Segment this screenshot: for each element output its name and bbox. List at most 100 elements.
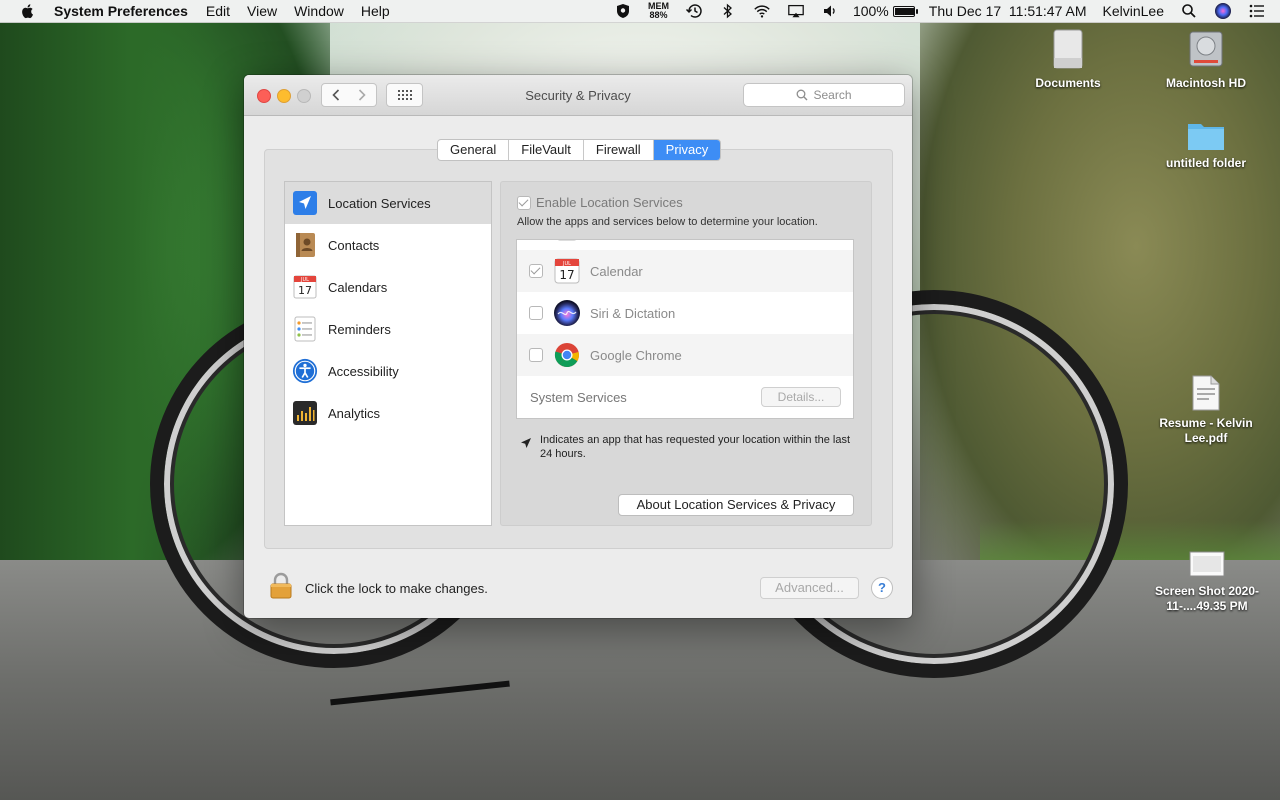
siri-orb-icon	[553, 299, 581, 327]
list-item-partial	[517, 240, 853, 250]
location-arrow-icon	[292, 190, 318, 216]
tab-filevault[interactable]: FileVault	[509, 140, 584, 160]
list-item-calendar[interactable]: JUL 17 Calendar	[517, 250, 853, 292]
battery-icon	[892, 5, 918, 17]
help-button[interactable]: ?	[871, 577, 893, 599]
time-machine-icon[interactable]	[685, 3, 703, 19]
search-icon	[797, 89, 808, 101]
sidebar-item-label: Contacts	[328, 237, 380, 253]
tab-privacy[interactable]: Privacy	[653, 140, 721, 160]
bluetooth-icon[interactable]	[719, 3, 737, 19]
calendar-icon: JUL 17	[553, 257, 581, 285]
menu-app-name[interactable]: System Preferences	[54, 3, 188, 19]
menu-help[interactable]: Help	[361, 3, 390, 19]
contacts-book-icon	[292, 232, 318, 258]
desktop-icon-label: Resume - Kelvin Lee.pdf	[1159, 416, 1253, 445]
desktop-icon-untitled-folder[interactable]: untitled folder	[1146, 118, 1266, 171]
calendar-icon-month: JUL	[300, 277, 309, 283]
volume-icon[interactable]	[821, 3, 839, 19]
sidebar-item-label: Reminders	[328, 321, 391, 337]
chrome-logo-icon	[553, 341, 581, 369]
folder-icon	[1188, 124, 1224, 150]
desktop-icon-resume-pdf[interactable]: Resume - Kelvin Lee.pdf	[1146, 374, 1266, 446]
menu-bar: System Preferences Edit View Window Help…	[0, 0, 1280, 23]
enable-location-label: Enable Location Services	[536, 195, 683, 210]
calendar-icon-month: JUL	[562, 261, 571, 267]
lock-icon[interactable]	[268, 572, 294, 603]
details-button[interactable]: Details...	[761, 387, 841, 407]
menu-clock[interactable]: Thu Dec 17 11:51:47 AM	[929, 3, 1087, 19]
battery-status[interactable]: 100%	[852, 3, 918, 19]
wifi-icon[interactable]	[753, 3, 771, 19]
sidebar-item-calendars[interactable]: JUL 17 Calendars	[285, 266, 491, 308]
enable-location-services-checkbox[interactable]: Enable Location Services	[517, 195, 683, 210]
apple-logo-icon[interactable]	[20, 3, 36, 19]
privacy-category-list: Location Services Contacts JUL 17 Calend…	[284, 181, 492, 526]
location-arrow-small-icon	[521, 438, 531, 448]
sidebar-item-label: Analytics	[328, 405, 381, 421]
desktop-icon-screen-shot[interactable]: Screen Shot 2020-11-....49.35 PM	[1140, 550, 1274, 614]
desktop-icon-label: untitled folder	[1166, 156, 1246, 170]
app-label: Siri & Dictation	[590, 305, 676, 321]
sidebar-item-analytics[interactable]: Analytics	[285, 392, 491, 434]
tab-general[interactable]: General	[438, 140, 510, 160]
reminders-list-icon	[292, 316, 318, 342]
tab-firewall[interactable]: Firewall	[584, 140, 654, 160]
hard-drive-icon	[1189, 31, 1223, 67]
menu-view[interactable]: View	[247, 3, 277, 19]
enable-location-checkbox-box[interactable]	[517, 195, 531, 210]
sidebar-item-accessibility[interactable]: Accessibility	[285, 350, 491, 392]
calendar-location-checkbox[interactable]	[529, 264, 543, 278]
airplay-icon[interactable]	[787, 3, 805, 19]
sidebar-item-label: Location Services	[328, 195, 431, 211]
battery-percent: 100%	[852, 3, 889, 19]
sidebar-item-label: Accessibility	[328, 363, 399, 379]
app-label: Calendar	[590, 263, 643, 279]
siri-icon[interactable]	[1214, 3, 1232, 19]
menu-bar-status-area: MEM 88% 100% Thu Dec 17 11:51:47 AM Kelv…	[606, 0, 1280, 22]
system-services-label: System Services	[530, 389, 627, 405]
sidebar-item-location-services[interactable]: Location Services	[285, 182, 491, 224]
screenshot-image-icon	[1189, 551, 1225, 577]
search-placeholder: Search	[813, 88, 852, 102]
search-field[interactable]: Search	[743, 83, 905, 107]
spotlight-search-icon[interactable]	[1180, 3, 1198, 19]
desktop-icon-label: Macintosh HD	[1165, 76, 1246, 90]
memory-status[interactable]: MEM 88%	[648, 2, 669, 20]
security-privacy-window: Security & Privacy Search General FileVa…	[244, 75, 912, 618]
desktop-icon-label: Documents	[1035, 76, 1101, 90]
app-label: Google Chrome	[590, 347, 682, 363]
shield-icon[interactable]	[614, 3, 632, 19]
chrome-location-checkbox[interactable]	[529, 348, 543, 362]
sidebar-item-reminders[interactable]: Reminders	[285, 308, 491, 350]
menu-user-name[interactable]: KelvinLee	[1103, 3, 1165, 19]
lock-message: Click the lock to make changes.	[305, 581, 488, 596]
sidebar-item-contacts[interactable]: Contacts	[285, 224, 491, 266]
battery-fill	[894, 7, 915, 15]
siri-location-checkbox[interactable]	[529, 306, 543, 320]
analytics-grid-icon	[292, 400, 318, 426]
menu-edit[interactable]: Edit	[206, 3, 230, 19]
list-item-siri[interactable]: Siri & Dictation	[517, 292, 853, 334]
notification-center-icon[interactable]	[1248, 3, 1266, 19]
desktop-icon-documents[interactable]: Documents	[1008, 28, 1128, 91]
advanced-button[interactable]: Advanced...	[760, 577, 859, 599]
calendar-icon-day: 17	[559, 268, 574, 282]
desktop-icon-macintosh-hd[interactable]: Macintosh HD	[1146, 28, 1266, 91]
location-note-text: Indicates an app that has requested your…	[540, 434, 851, 460]
tab-bar: General FileVault Firewall Privacy	[437, 139, 722, 161]
menu-window[interactable]: Window	[294, 3, 344, 19]
desktop-icon-label: Screen Shot 2020-11-....49.35 PM	[1154, 584, 1260, 613]
accessibility-person-icon	[292, 358, 318, 384]
list-item-system-services[interactable]: System Services Details...	[517, 376, 853, 418]
list-item-google-chrome[interactable]: Google Chrome	[517, 334, 853, 376]
location-request-note: Indicates an app that has requested your…	[520, 433, 860, 461]
enable-location-description: Allow the apps and services below to det…	[517, 216, 818, 228]
calendar-icon-day: 17	[298, 284, 312, 297]
drive-icon	[1053, 29, 1083, 69]
location-app-list[interactable]: JUL 17 Calendar Siri & Dictation Google …	[516, 239, 854, 419]
window-titlebar[interactable]: Security & Privacy Search	[244, 75, 912, 116]
partial-app-icon	[553, 240, 581, 243]
about-location-services-button[interactable]: About Location Services & Privacy	[618, 494, 854, 516]
calendar-icon: JUL 17	[292, 274, 318, 300]
